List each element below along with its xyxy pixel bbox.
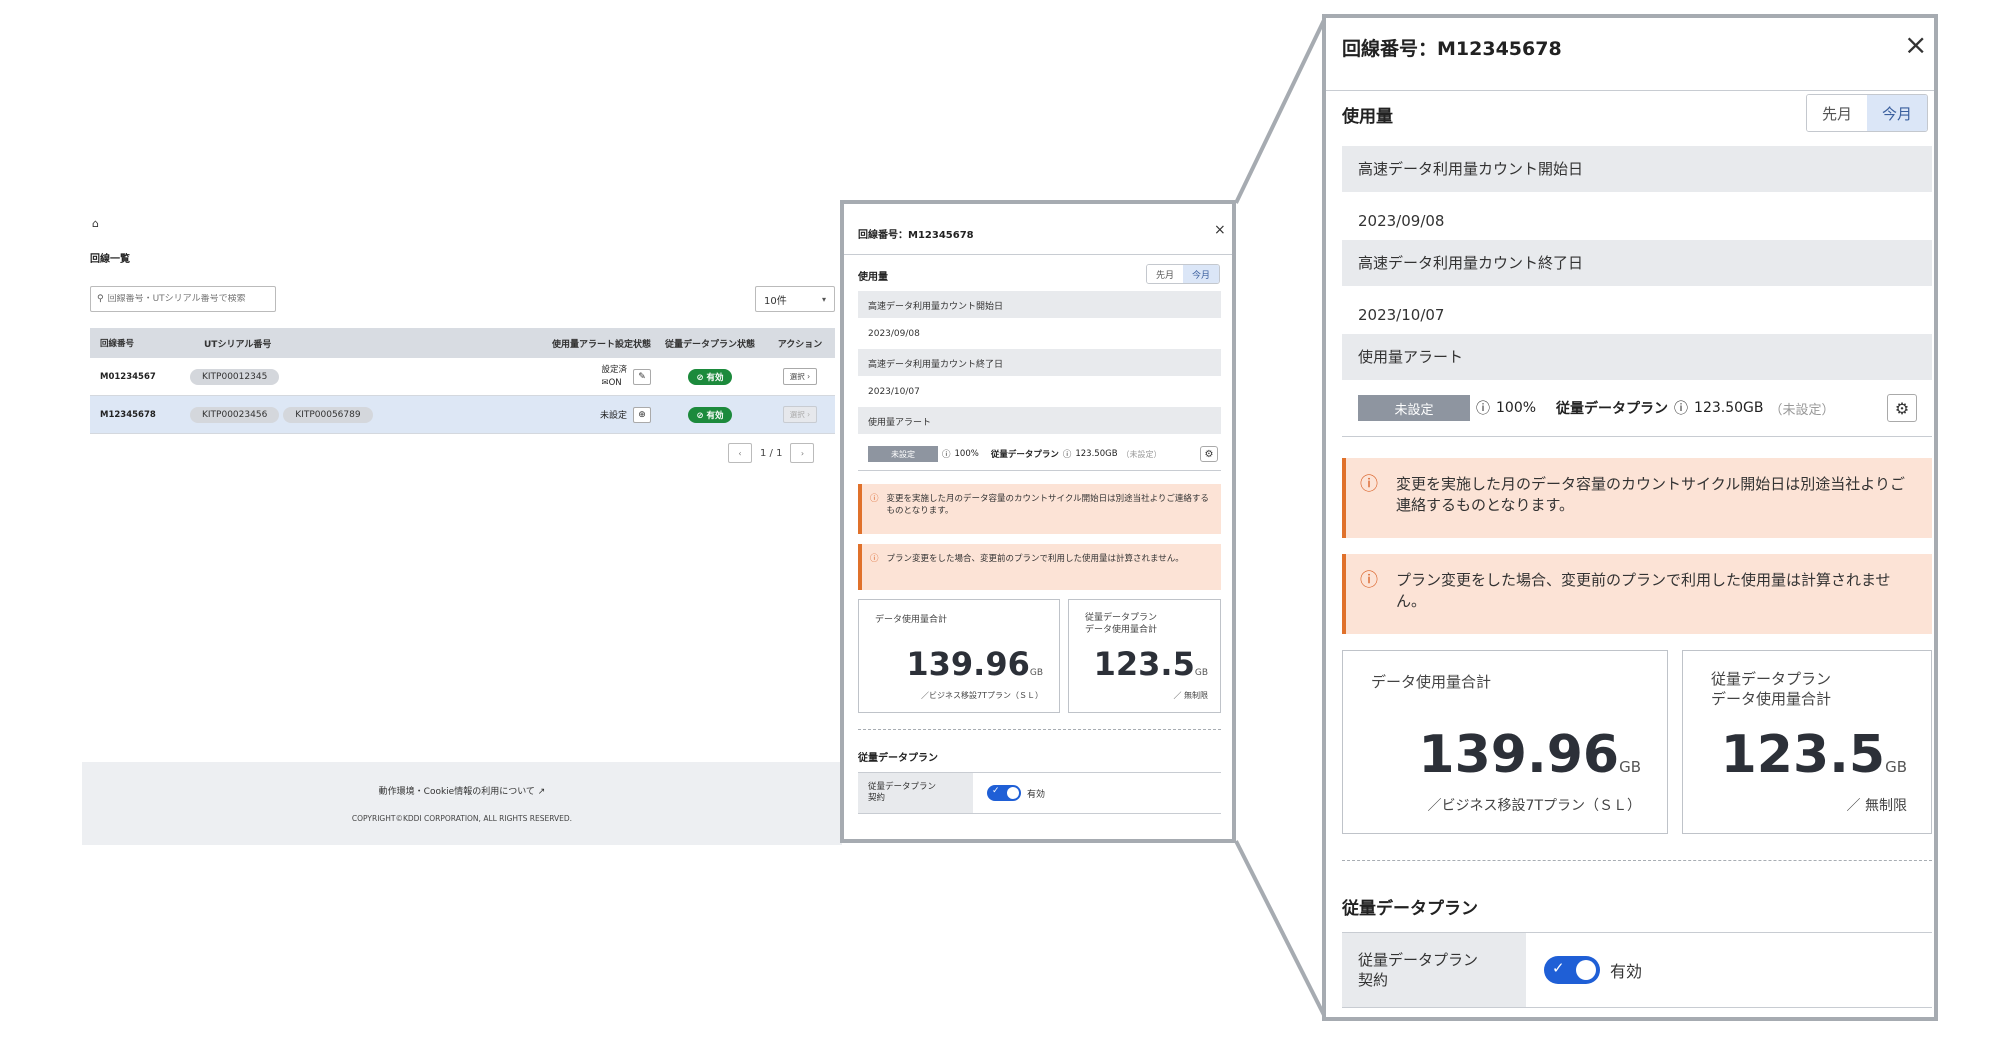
contract-toggle[interactable]: ✓ <box>1544 956 1600 984</box>
end-label: 高速データ利用量カウント終了日 <box>858 349 1221 376</box>
check-icon: ✓ <box>992 786 1000 796</box>
panel-title: 回線番号：M12345678 <box>1342 38 1562 60</box>
start-label: 高速データ利用量カウント開始日 <box>858 291 1221 318</box>
usage-total-value: 139.96GB <box>1418 725 1641 785</box>
alert-plan-label: 従量データプラン <box>990 450 1059 460</box>
alert-row: 未設定 ⓘ 100% 従量データプラン ⓘ 123.50GB （未設定） ⚙ <box>868 446 1218 462</box>
info-icon: ⓘ <box>1062 450 1072 460</box>
alert-plan-state: （未設定） <box>1121 449 1162 459</box>
alert-plan-value: 123.50GB <box>1694 400 1764 416</box>
end-value: 2023/10/07 <box>1358 306 1445 324</box>
alert-circle-icon: ⓘ <box>870 494 879 504</box>
alert-label: 使用量アラート <box>1342 334 1932 380</box>
info-icon: ⓘ <box>1674 401 1689 417</box>
plan-usage-card: 従量データプラン データ使用量合計 123.5GB ／ 無制限 <box>1682 650 1932 834</box>
usage-title: 使用量 <box>1342 107 1393 127</box>
info-icon: ⓘ <box>942 450 951 460</box>
curr-month-button[interactable]: 今月 <box>1867 95 1927 131</box>
alert-plan-value: 123.50GB <box>1075 449 1118 459</box>
end-label: 高速データ利用量カウント終了日 <box>1342 240 1932 286</box>
usage-total-plan: ／ビジネス移設7Tプラン（ＳＬ） <box>1427 798 1641 814</box>
plan-usage-label: 従量データプラン データ使用量合計 <box>1711 670 1832 708</box>
start-value: 2023/09/08 <box>868 329 920 339</box>
end-value: 2023/10/07 <box>868 387 920 397</box>
contract-value: 有効 <box>1610 962 1643 981</box>
warning-plan-change: ⓘ プラン変更をした場合、変更前のプランで利用した使用量は計算されません。 <box>1342 554 1932 634</box>
contract-toggle[interactable]: ✓ <box>987 785 1021 801</box>
plan-usage-value: 123.5GB <box>1720 725 1907 785</box>
curr-month-button[interactable]: 今月 <box>1183 265 1219 283</box>
usage-total-label: データ使用量合計 <box>875 615 948 625</box>
alert-percent: 100% <box>954 449 979 459</box>
alert-plan-state: （未設定） <box>1769 402 1835 418</box>
detail-panel-zoom: 回線番号：M12345678 × 使用量 先月 今月 高速データ利用量カウント開… <box>1322 14 1938 1021</box>
alert-plan-label: 従量データプラン <box>1556 401 1669 417</box>
plan-usage-label: 従量データプラン データ使用量合計 <box>1085 613 1158 635</box>
alert-unset-badge: 未設定 <box>868 446 938 462</box>
contract-label: 従量データプラン 契約 <box>858 773 973 813</box>
usage-title: 使用量 <box>858 272 888 283</box>
plan-title: 従量データプラン <box>1342 899 1478 919</box>
prev-month-button[interactable]: 先月 <box>1807 95 1867 131</box>
usage-total-card: データ使用量合計 139.96GB ／ビジネス移設7Tプラン（ＳＬ） <box>858 599 1060 713</box>
alert-circle-icon: ⓘ <box>870 554 879 564</box>
plan-usage-limit: ／ 無制限 <box>1846 798 1907 814</box>
check-icon: ✓ <box>1552 959 1565 977</box>
plan-title: 従量データプラン <box>858 753 938 764</box>
usage-total-plan: ／ビジネス移設7Tプラン（ＳＬ） <box>921 691 1043 700</box>
alert-label: 使用量アラート <box>858 407 1221 434</box>
warning-cycle: ⓘ 変更を実施した月のデータ容量のカウントサイクル開始日は別途当社よりご連絡する… <box>1342 458 1932 538</box>
usage-total-label: データ使用量合計 <box>1371 673 1492 691</box>
warning-plan-change: ⓘ プラン変更をした場合、変更前のプランで利用した使用量は計算されません。 <box>858 544 1221 590</box>
contract-row: 従量データプラン 契約 ✓ 有効 <box>858 772 1221 814</box>
prev-month-button[interactable]: 先月 <box>1147 265 1183 283</box>
usage-total-card: データ使用量合計 139.96GB ／ビジネス移設7Tプラン（ＳＬ） <box>1342 650 1668 834</box>
warning-cycle: ⓘ 変更を実施した月のデータ容量のカウントサイクル開始日は別途当社よりご連絡する… <box>858 484 1221 534</box>
detail-panel-small: 回線番号：M12345678 × 使用量 先月 今月 高速データ利用量カウント開… <box>840 200 1236 843</box>
close-icon[interactable]: × <box>1214 222 1226 238</box>
gear-icon[interactable]: ⚙ <box>1200 446 1218 462</box>
usage-total-value: 139.96GB <box>906 645 1043 683</box>
alert-circle-icon: ⓘ <box>1360 570 1378 591</box>
gear-icon[interactable]: ⚙ <box>1887 394 1917 422</box>
month-toggle[interactable]: 先月 今月 <box>1146 264 1220 284</box>
alert-unset-badge: 未設定 <box>1358 395 1470 421</box>
alert-circle-icon: ⓘ <box>1360 474 1378 495</box>
month-toggle[interactable]: 先月 今月 <box>1806 94 1928 132</box>
contract-value: 有効 <box>1027 789 1046 800</box>
contract-label: 従量データプラン 契約 <box>1342 933 1526 1007</box>
plan-usage-value: 123.5GB <box>1093 645 1208 683</box>
info-icon: ⓘ <box>1476 401 1490 417</box>
contract-row: 従量データプラン 契約 ✓ 有効 <box>1342 932 1932 1008</box>
alert-percent: 100% <box>1496 400 1537 416</box>
plan-usage-card: 従量データプラン データ使用量合計 123.5GB ／ 無制限 <box>1068 599 1221 713</box>
start-value: 2023/09/08 <box>1358 212 1445 230</box>
panel-title: 回線番号：M12345678 <box>858 230 974 241</box>
plan-usage-limit: ／ 無制限 <box>1173 691 1208 700</box>
close-icon[interactable]: × <box>1904 28 1927 61</box>
start-label: 高速データ利用量カウント開始日 <box>1342 146 1932 192</box>
alert-row: 未設定 ⓘ 100% 従量データプラン ⓘ 123.50GB （未設定） ⚙ <box>1358 394 1933 422</box>
